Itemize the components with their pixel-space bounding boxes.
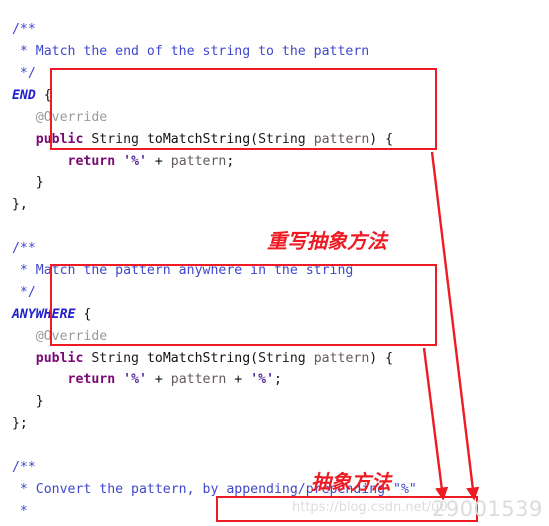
code-line: */ [0, 282, 549, 304]
code-line: * Match the end of the string to the pat… [0, 41, 549, 63]
code-token: }, [11, 197, 28, 213]
code-token: ANYWHERE [11, 306, 76, 322]
code-line: @Override [0, 107, 549, 129]
code-line: } [0, 391, 549, 413]
code-line: * [0, 501, 549, 523]
code-token: * Match the end of the string to the pat… [11, 44, 370, 60]
code-token: * Match the pattern anywhere in the stri… [11, 262, 354, 278]
code-token: + [146, 372, 171, 388]
code-line: ANYWHERE { [0, 304, 549, 326]
code-token: return [67, 153, 116, 169]
code-token: ) { [369, 131, 394, 147]
code-token: }; [11, 416, 28, 432]
code-token: END [11, 87, 36, 103]
code-token: { [35, 87, 52, 103]
code-line: */ [0, 63, 549, 85]
code-token: * Convert the pattern, by appending/prep… [11, 481, 417, 497]
code-token: /** [11, 22, 36, 38]
code-token: String [83, 350, 147, 366]
code-token: '%' [250, 372, 275, 388]
code-token: + [226, 372, 251, 388]
code-token: String [258, 350, 314, 366]
code-token: toMatchString [146, 131, 251, 147]
code-line: END { [0, 85, 549, 107]
code-line: return '%' + pattern; [0, 151, 549, 173]
code-line: } [0, 172, 549, 194]
code-token: pattern [313, 131, 370, 147]
code-line: return '%' + pattern + '%'; [0, 369, 549, 391]
code-token: /** [11, 460, 36, 475]
code-token: public [35, 131, 84, 147]
code-line: /** [0, 457, 549, 479]
code-token: public [35, 350, 84, 366]
code-line: @Override [0, 326, 549, 348]
code-token: ; [226, 153, 235, 169]
code-token: pattern [170, 372, 227, 388]
code-token: */ [11, 284, 36, 300]
code-token: * [11, 503, 28, 519]
code-token: + [146, 153, 171, 169]
code-token: ) { [369, 350, 394, 366]
code-token: ( [250, 131, 259, 147]
code-line: * Match the pattern anywhere in the stri… [0, 260, 549, 282]
code-token: return [67, 372, 116, 388]
code-token: @Override [35, 109, 108, 125]
code-line: public String toMatchString(String patte… [0, 129, 549, 151]
code-line: /** [0, 238, 549, 260]
code-token: String [83, 131, 147, 147]
code-token: { [75, 306, 92, 322]
code-line: }, [0, 194, 549, 216]
code-token: /** [11, 241, 36, 257]
code-token: */ [11, 65, 36, 81]
code-token: @Override [35, 328, 108, 344]
code-line: public String toMatchString(String patte… [0, 348, 549, 370]
code-token: ( [250, 350, 259, 366]
java-source-code: /** * Match the end of the string to the… [0, 13, 549, 526]
code-token: String [258, 131, 314, 147]
code-token: ; [274, 372, 282, 388]
code-screenshot: /** * Match the end of the string to the… [0, 0, 549, 526]
code-line: }; [0, 413, 549, 435]
code-token: pattern [313, 350, 370, 366]
code-line: * Convert the pattern, by appending/prep… [0, 479, 549, 501]
code-token: } [35, 175, 44, 191]
code-token: '%' [123, 153, 147, 169]
code-token: pattern [170, 153, 227, 169]
code-token: } [35, 394, 44, 410]
code-token: toMatchString [146, 350, 251, 366]
code-line: /** [0, 19, 549, 41]
code-token: '%' [123, 372, 147, 388]
